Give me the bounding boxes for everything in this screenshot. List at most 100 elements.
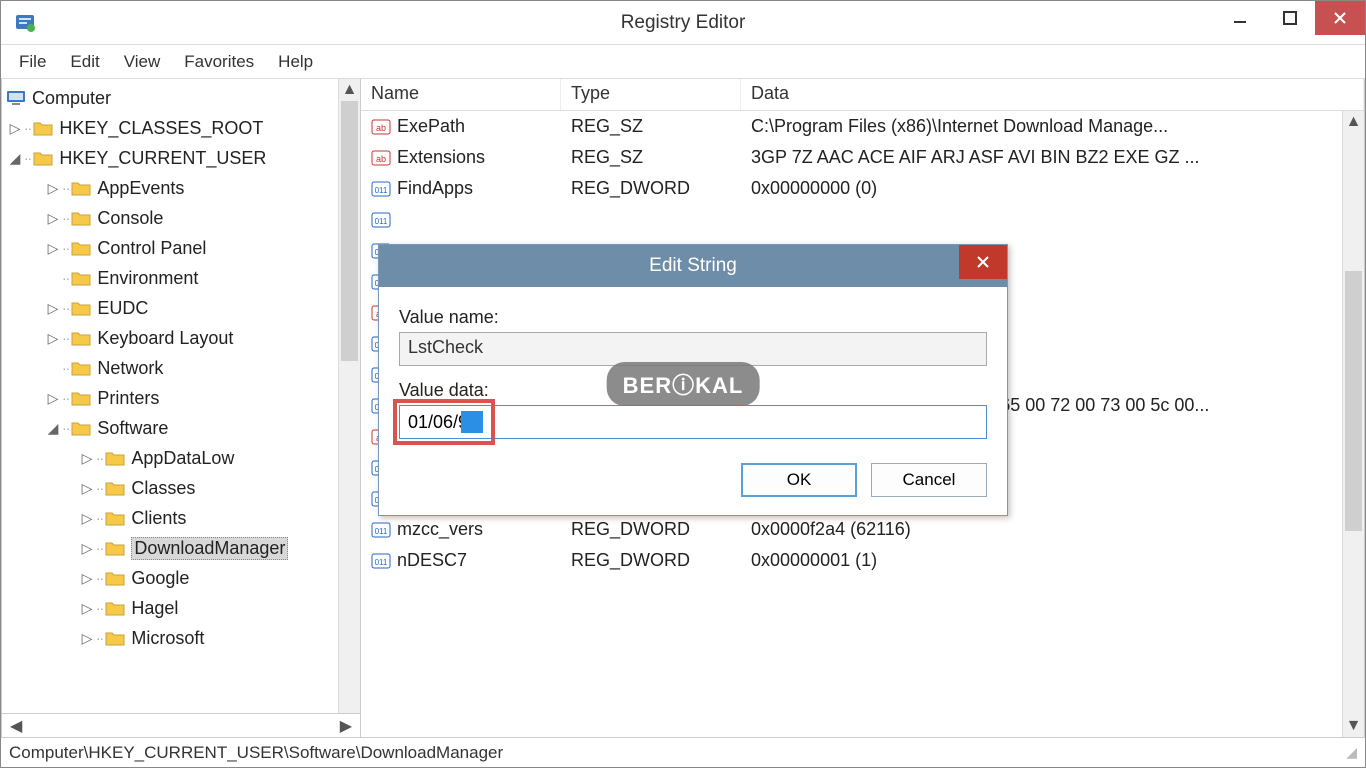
list-vertical-scrollbar[interactable]: ▲ ▼ [1342,111,1364,737]
tree-node-downloadmanager[interactable]: ▷··DownloadManager [2,533,360,563]
tree-label: Console [97,208,163,229]
folder-icon [105,600,125,616]
tree-label: Network [97,358,163,379]
tree-node-classes[interactable]: ▷··Classes [2,473,360,503]
folder-icon [105,480,125,496]
cell-type: REG_SZ [561,147,741,168]
tree-node-hkcu[interactable]: ◢·· HKEY_CURRENT_USER [2,143,360,173]
dialog-body: Value name: LstCheck Value data: [379,287,1007,463]
tree-label: Control Panel [97,238,206,259]
list-row[interactable]: abExePathREG_SZC:\Program Files (x86)\In… [361,111,1364,142]
scroll-up-icon[interactable]: ▲ [339,79,360,101]
expander-collapsed-icon[interactable]: ▷ [80,480,94,497]
expander-collapsed-icon[interactable]: ▷ [80,510,94,527]
scroll-left-icon[interactable]: ◀ [10,716,22,736]
dialog-close-button[interactable] [959,245,1007,279]
scroll-down-icon[interactable]: ▼ [1343,715,1364,737]
expander-collapsed-icon[interactable]: ▷ [46,330,60,347]
list-row[interactable]: abExtensionsREG_SZ3GP 7Z AAC ACE AIF ARJ… [361,142,1364,173]
tree-node-computer[interactable]: Computer [2,83,360,113]
expander-collapsed-icon[interactable]: ▷ [46,300,60,317]
column-header-type[interactable]: Type [561,79,741,110]
menu-favorites[interactable]: Favorites [172,48,266,76]
list-row[interactable]: 011FindAppsREG_DWORD0x00000000 (0) [361,173,1364,204]
tree-node-hkcr[interactable]: ▷·· HKEY_CLASSES_ROOT [2,113,360,143]
menu-view[interactable]: View [112,48,173,76]
tree-node-appdatalow[interactable]: ▷··AppDataLow [2,443,360,473]
menu-help[interactable]: Help [266,48,325,76]
scroll-thumb[interactable] [341,101,358,361]
tree-label: AppEvents [97,178,184,199]
folder-icon [105,630,125,646]
value-name-field: LstCheck [399,332,987,366]
expander-collapsed-icon[interactable]: ▷ [80,570,94,587]
tree-node-clients[interactable]: ▷··Clients [2,503,360,533]
svg-text:ab: ab [376,123,386,133]
ok-button[interactable]: OK [741,463,857,497]
tree-label: HKEY_CURRENT_USER [59,148,266,169]
tree-view[interactable]: Computer ▷·· HKEY_CLASSES_ROOT ◢·· HKEY_… [2,79,360,713]
column-header-name[interactable]: Name [361,79,561,110]
tree-vertical-scrollbar[interactable]: ▲ [338,79,360,713]
close-button[interactable] [1315,1,1365,35]
expander-collapsed-icon[interactable]: ▷ [80,450,94,467]
resize-grip-icon[interactable]: ◢ [1346,744,1357,761]
tree-node-printers[interactable]: ▷··Printers [2,383,360,413]
tree-node-network[interactable]: ▷··Network [2,353,360,383]
expander-collapsed-icon[interactable]: ▷ [80,600,94,617]
folder-icon [71,390,91,406]
tree-node-environment[interactable]: ▷··Environment [2,263,360,293]
tree-node-keyboard[interactable]: ▷··Keyboard Layout [2,323,360,353]
tree-label: Microsoft [131,628,204,649]
cell-data: 3GP 7Z AAC ACE AIF ARJ ASF AVI BIN BZ2 E… [741,147,1364,168]
scroll-thumb[interactable] [1345,271,1362,531]
tree-node-controlpanel[interactable]: ▷··Control Panel [2,233,360,263]
expander-collapsed-icon[interactable]: ▷ [80,630,94,647]
tree-node-google[interactable]: ▷··Google [2,563,360,593]
tree-node-hagel[interactable]: ▷··Hagel [2,593,360,623]
list-row[interactable]: 011mzcc_versREG_DWORD0x0000f2a4 (62116) [361,514,1364,545]
value-data-label: Value data: [399,380,987,401]
expander-collapsed-icon[interactable]: ▷ [46,240,60,257]
value-name-label: Value name: [399,307,987,328]
folder-icon [71,360,91,376]
list-row[interactable]: 011nDESC7REG_DWORD0x00000001 (1) [361,545,1364,576]
scroll-right-icon[interactable]: ▶ [340,716,352,736]
statusbar: Computer\HKEY_CURRENT_USER\Software\Down… [1,737,1365,767]
cell-type: REG_DWORD [561,519,741,540]
expander-collapsed-icon[interactable]: ▷ [8,120,22,137]
tree-node-console[interactable]: ▷··Console [2,203,360,233]
list-row[interactable]: 011 [361,204,1364,235]
tree-node-microsoft[interactable]: ▷··Microsoft [2,623,360,653]
dialog-titlebar[interactable]: Edit String [379,245,1007,287]
expander-collapsed-icon[interactable]: ▷ [46,180,60,197]
expander-collapsed-icon[interactable]: ▷ [80,540,94,557]
svg-text:011: 011 [375,527,388,536]
minimize-button[interactable] [1215,1,1265,35]
expander-expanded-icon[interactable]: ◢ [46,420,60,437]
menubar: File Edit View Favorites Help [1,45,1365,79]
tree-label: EUDC [97,298,148,319]
tree-node-appevents[interactable]: ▷··AppEvents [2,173,360,203]
cancel-button[interactable]: Cancel [871,463,987,497]
reg-binary-icon: 011 [371,552,391,570]
reg-sz-icon: ab [371,149,391,167]
folder-icon [71,240,91,256]
tree-node-software[interactable]: ◢··Software [2,413,360,443]
value-data-input[interactable] [399,405,987,439]
expander-collapsed-icon[interactable]: ▷ [46,390,60,407]
tree-label: Keyboard Layout [97,328,233,349]
menu-edit[interactable]: Edit [58,48,111,76]
titlebar: Registry Editor [1,1,1365,45]
tree-label: Environment [97,268,198,289]
expander-collapsed-icon[interactable]: ▷ [46,210,60,227]
menu-file[interactable]: File [7,48,58,76]
expander-expanded-icon[interactable]: ◢ [8,150,22,167]
tree-node-eudc[interactable]: ▷··EUDC [2,293,360,323]
tree-label: Hagel [131,598,178,619]
cell-name: FindApps [397,178,473,199]
column-header-data[interactable]: Data [741,79,1364,110]
maximize-button[interactable] [1265,1,1315,35]
tree-horizontal-scrollbar[interactable]: ◀ ▶ [2,713,360,737]
scroll-up-icon[interactable]: ▲ [1343,111,1364,133]
